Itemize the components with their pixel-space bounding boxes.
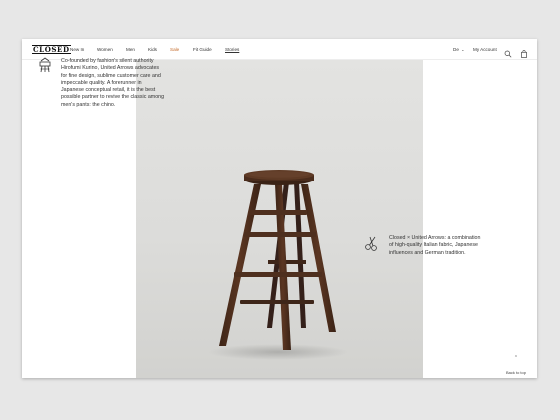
back-to-top-label: Back to top (505, 370, 526, 375)
search-icon[interactable] (504, 45, 512, 58)
collab-paragraph: Closed × United Arrows: a combination of… (389, 235, 481, 256)
browser-page: CLOSED New In Women Men Kids Sale Fit Gu… (22, 39, 537, 378)
top-navigation: CLOSED New In Women Men Kids Sale Fit Gu… (22, 39, 537, 60)
language-selector[interactable]: De ⌄ (453, 47, 465, 52)
right-panel (423, 60, 537, 378)
arrow-up-icon: ⌃ (513, 355, 519, 361)
my-account-link[interactable]: My Account (473, 47, 497, 52)
closed-logo[interactable]: CLOSED (32, 45, 71, 54)
shopping-bag-icon[interactable] (520, 45, 528, 58)
scissors-icon (364, 235, 380, 251)
language-label: De (453, 47, 459, 52)
stool-photograph (136, 60, 423, 378)
nav-men[interactable]: Men (126, 47, 135, 52)
back-to-top-button[interactable]: ⌃ Back to top (501, 356, 531, 378)
nav-kids[interactable]: Kids (148, 47, 157, 52)
nav-new-in[interactable]: New In (70, 47, 84, 52)
nav-stories[interactable]: Stories (225, 47, 239, 52)
nav-fit-guide[interactable]: Fit Guide (193, 47, 212, 52)
united-arrows-mark-icon (38, 57, 52, 73)
intro-paragraph: Co-founded by fashion's silent authority… (61, 58, 165, 108)
nav-sale[interactable]: Sale (170, 47, 179, 52)
chevron-down-icon: ⌄ (461, 47, 465, 52)
nav-women[interactable]: Women (97, 47, 113, 52)
